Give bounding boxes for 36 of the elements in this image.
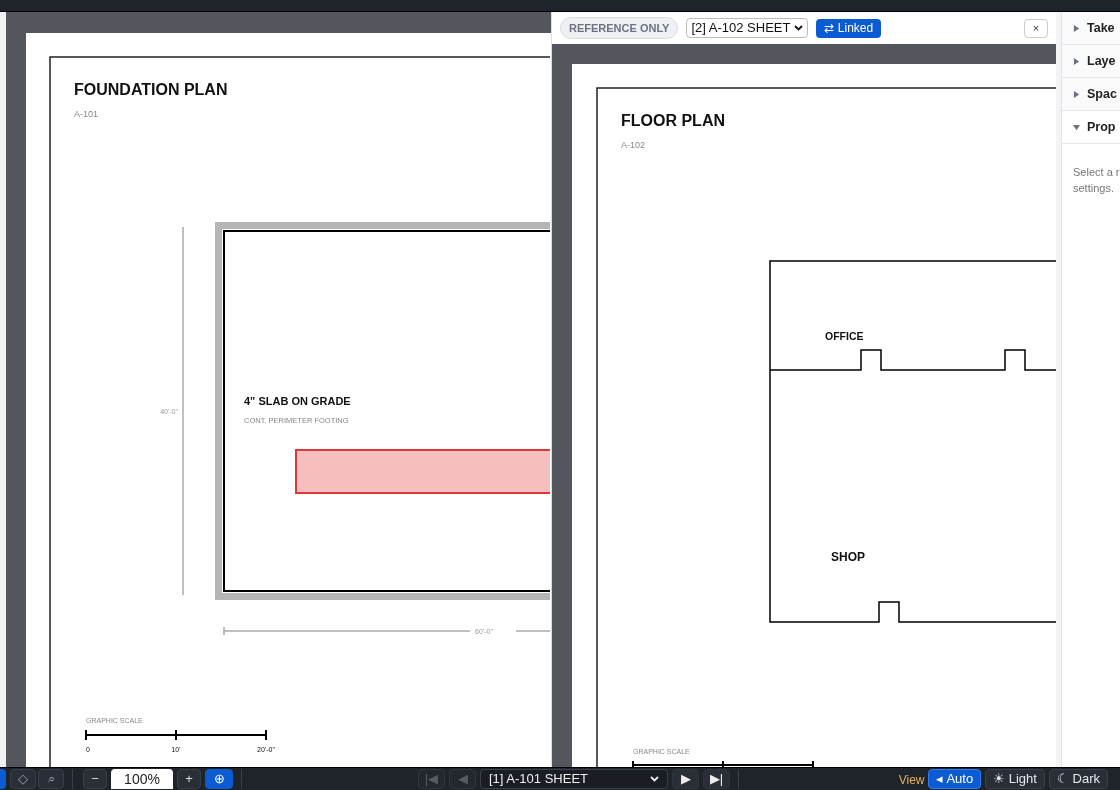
sheet-title: FLOOR PLAN <box>621 112 725 129</box>
sheet-title: FOUNDATION PLAN <box>74 81 228 98</box>
chevron-down-icon <box>650 776 659 782</box>
linked-button[interactable]: ⇄ Linked <box>816 18 882 38</box>
caret-icon <box>1073 24 1080 32</box>
section-header[interactable]: Spac <box>1062 78 1120 111</box>
fit-button[interactable]: ⊕ <box>205 769 233 789</box>
theme-button[interactable]: ◂ Auto <box>928 769 982 789</box>
hint-text: Select a r <box>1073 165 1120 180</box>
hint-text: settings. <box>1073 181 1115 196</box>
active-tool-button[interactable] <box>0 769 6 789</box>
section-header[interactable]: Laye <box>1062 45 1120 78</box>
note-title: 4" SLAB ON GRADE <box>244 395 351 407</box>
tool-button[interactable]: ◇ <box>10 769 36 789</box>
zoom-field[interactable]: 100% <box>111 769 173 789</box>
tool-button[interactable]: ⌕ <box>38 769 64 789</box>
reference-badge: REFERENCE ONLY <box>560 16 679 40</box>
sheet-number: A-102 <box>621 140 646 150</box>
theme-button[interactable]: ☀ Light <box>985 769 1045 789</box>
sheet-select[interactable]: [2] A-102 SHEET <box>686 18 809 38</box>
page-nav-button[interactable]: ▶| <box>703 769 730 789</box>
caret-icon <box>1073 90 1080 98</box>
view-label: View <box>898 772 925 789</box>
theme-button[interactable]: ☾ Dark <box>1048 769 1108 789</box>
zoom-in-button[interactable]: + <box>177 769 201 789</box>
page-nav-button[interactable]: ▶ <box>672 769 699 789</box>
chevron-down-icon <box>794 25 804 31</box>
room-label: OFFICE <box>825 330 864 342</box>
zoom-out-button[interactable]: − <box>83 769 107 789</box>
caret-icon <box>1073 57 1080 65</box>
sheet-number: A-101 <box>74 109 99 119</box>
section-header[interactable]: Take <box>1062 12 1120 45</box>
close-button[interactable]: × <box>1024 18 1048 38</box>
caret-icon <box>1073 123 1080 131</box>
room-label: SHOP <box>831 550 865 564</box>
sheet-select[interactable]: [1] A-101 SHEET <box>480 769 668 789</box>
